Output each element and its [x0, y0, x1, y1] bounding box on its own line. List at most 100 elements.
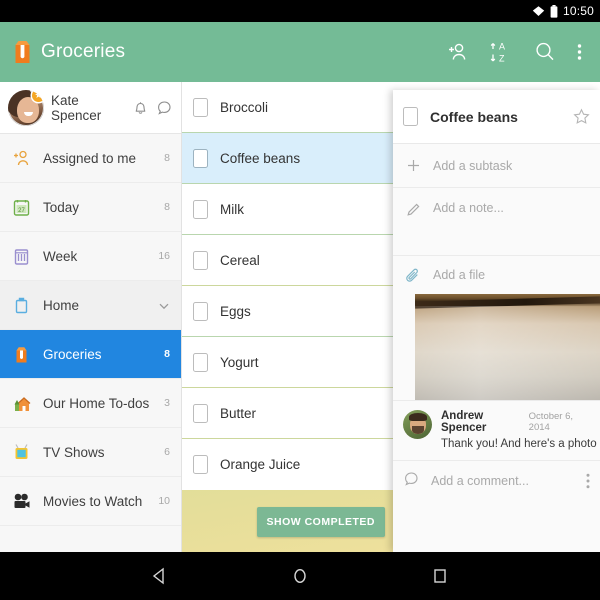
task-label: Milk	[220, 202, 244, 217]
sidebar-item-count: 8	[164, 152, 170, 164]
sidebar-item-count: 8	[164, 201, 170, 213]
detail-task-title: Coffee beans	[430, 109, 561, 125]
app-bar-brand: Groceries	[14, 40, 445, 64]
task-row[interactable]: Cereal	[182, 235, 393, 286]
task-label: Yogurt	[220, 355, 259, 370]
sidebar-item-tv-shows[interactable]: TV Shows 6	[0, 428, 181, 477]
grocery-bag-icon	[11, 344, 32, 365]
grocery-bag-icon	[14, 40, 31, 64]
comment-text: Thank you! And here's a photo of it i...	[441, 438, 600, 450]
task-checkbox[interactable]	[193, 455, 208, 474]
calendar-week-icon	[11, 246, 32, 267]
add-subtask-row[interactable]: Add a subtask	[393, 144, 600, 188]
task-list: Broccoli Coffee beans Milk Cereal Eggs	[182, 82, 393, 490]
search-icon[interactable]	[533, 40, 557, 64]
sidebar-item-our-home-todos[interactable]: Our Home To-dos 3	[0, 379, 181, 428]
recents-button[interactable]	[429, 565, 451, 587]
add-note-placeholder: Add a note...	[433, 201, 504, 215]
comment-date: October 6, 2014	[529, 411, 590, 433]
sidebar-item-movies-to-watch[interactable]: Movies to Watch 10	[0, 477, 181, 526]
page-title: Groceries	[41, 41, 125, 63]
task-row[interactable]: Orange Juice	[182, 439, 393, 490]
task-row[interactable]: Milk	[182, 184, 393, 235]
app-bar-actions: A Z	[445, 40, 586, 64]
comment-body: Andrew Spencer October 6, 2014 Thank you…	[441, 410, 590, 452]
chat-bubble-icon	[403, 470, 420, 492]
detail-task-checkbox[interactable]	[403, 107, 418, 126]
task-label: Broccoli	[220, 100, 268, 115]
sidebar-item-count: 6	[164, 446, 170, 458]
task-checkbox[interactable]	[193, 353, 208, 372]
add-file-row[interactable]: Add a file	[393, 256, 600, 294]
task-row[interactable]: Coffee beans	[182, 133, 393, 184]
comment-avatar	[403, 410, 432, 439]
task-checkbox[interactable]	[193, 404, 208, 423]
sidebar-item-count: 16	[158, 250, 170, 262]
add-note-row[interactable]: Add a note...	[393, 188, 600, 256]
add-comment-row[interactable]: Add a comment...	[393, 461, 600, 501]
task-label: Coffee beans	[220, 151, 300, 166]
sidebar-item-home[interactable]: Home	[0, 281, 181, 330]
user-name: Kate Spencer	[51, 93, 125, 123]
sort-az-icon[interactable]: A Z	[489, 40, 513, 64]
tv-icon	[11, 442, 32, 463]
task-row[interactable]: Yogurt	[182, 337, 393, 388]
task-checkbox[interactable]	[193, 251, 208, 270]
svg-text:27: 27	[18, 207, 25, 213]
comment-meta: Andrew Spencer October 6, 2014	[441, 410, 590, 434]
comment-author: Andrew Spencer	[441, 410, 523, 434]
task-checkbox[interactable]	[193, 149, 208, 168]
sidebar-item-label: Our Home To-dos	[43, 396, 153, 411]
sidebar-item-count: 3	[164, 397, 170, 409]
comment-overflow-menu-icon[interactable]	[586, 473, 590, 489]
detail-header: Coffee beans	[393, 90, 600, 144]
wifi-icon	[532, 5, 545, 17]
star-outline-icon[interactable]	[573, 108, 590, 125]
main-content: ★ Kate Spencer	[0, 82, 600, 552]
home-button[interactable]	[289, 565, 311, 587]
task-row[interactable]: Broccoli	[182, 82, 393, 133]
back-button[interactable]	[149, 565, 171, 587]
comment-item[interactable]: Andrew Spencer October 6, 2014 Thank you…	[393, 400, 600, 461]
task-label: Eggs	[220, 304, 251, 319]
task-row[interactable]: Eggs	[182, 286, 393, 337]
pencil-icon	[405, 201, 422, 218]
chat-bubble-icon[interactable]	[156, 99, 173, 116]
sidebar-item-label: Week	[43, 249, 147, 264]
sidebar-item-groceries[interactable]: Groceries 8	[0, 330, 181, 379]
sidebar-item-today[interactable]: 27 Today 8	[0, 183, 181, 232]
sidebar-item-week[interactable]: Week 16	[0, 232, 181, 281]
task-list-column: Broccoli Coffee beans Milk Cereal Eggs	[182, 82, 393, 552]
avatar-star-badge: ★	[32, 90, 44, 102]
add-person-icon[interactable]	[445, 40, 469, 64]
app-bar: Groceries A Z	[0, 22, 600, 82]
chevron-down-icon[interactable]	[158, 299, 170, 311]
android-tablet-screen: 10:50 Groceries	[0, 0, 600, 600]
battery-icon	[550, 5, 558, 18]
bell-icon[interactable]	[132, 99, 149, 116]
status-bar: 10:50	[0, 0, 600, 22]
task-detail-panel: Coffee beans Add a subtask	[393, 90, 600, 552]
sidebar-user-row[interactable]: ★ Kate Spencer	[0, 82, 181, 134]
sidebar: ★ Kate Spencer	[0, 82, 182, 552]
sidebar-item-label: Movies to Watch	[43, 494, 147, 509]
task-checkbox[interactable]	[193, 200, 208, 219]
svg-text:Z: Z	[499, 53, 505, 63]
photo-sheen	[415, 306, 600, 400]
house-icon	[11, 393, 32, 414]
sidebar-item-assigned-to-me[interactable]: Assigned to me 8	[0, 134, 181, 183]
calendar-day-icon: 27	[11, 197, 32, 218]
paperclip-icon	[405, 267, 422, 284]
sidebar-item-label: Today	[43, 200, 153, 215]
android-nav-bar	[0, 552, 600, 600]
task-checkbox[interactable]	[193, 98, 208, 117]
sidebar-item-label: Assigned to me	[43, 151, 153, 166]
overflow-menu-icon[interactable]	[577, 40, 582, 64]
plus-icon	[405, 157, 422, 174]
task-row[interactable]: Butter	[182, 388, 393, 439]
avatar: ★	[8, 90, 44, 126]
photo-attachment[interactable]	[415, 294, 600, 400]
add-file-placeholder: Add a file	[433, 268, 485, 282]
show-completed-button[interactable]: SHOW COMPLETED	[257, 507, 386, 537]
task-checkbox[interactable]	[193, 302, 208, 321]
